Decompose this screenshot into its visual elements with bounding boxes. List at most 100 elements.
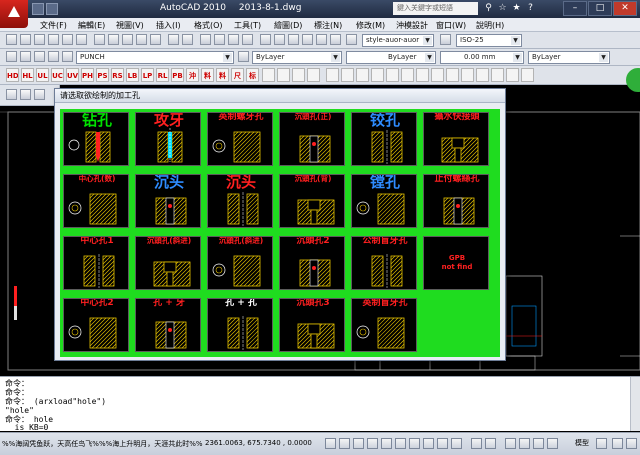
hole-option-r2c3[interactable]: 沉头 — [207, 174, 273, 228]
layer-select[interactable]: PUNCH ▼ — [76, 51, 234, 64]
model-tab[interactable]: 模型 — [575, 438, 589, 448]
open-icon[interactable] — [20, 34, 31, 45]
quick-properties-icon[interactable] — [451, 438, 462, 449]
redo-icon[interactable] — [182, 34, 193, 45]
menu-modify[interactable]: 修改(M) — [356, 20, 385, 31]
plot-style-select[interactable]: ByLayer ▼ — [528, 51, 610, 64]
clean-screen-icon[interactable] — [626, 438, 637, 449]
lightbulb-icon[interactable] — [20, 51, 31, 62]
hole-option-r3c6[interactable]: GPB not find — [423, 236, 489, 290]
punch-tool-uc[interactable]: UC — [51, 68, 64, 82]
otrack-icon[interactable] — [395, 438, 406, 449]
punch-tool-blank-2[interactable] — [277, 68, 290, 82]
punch-tool-blank-12[interactable] — [431, 68, 444, 82]
print-icon[interactable] — [48, 34, 59, 45]
new-icon[interactable] — [6, 34, 17, 45]
publish-icon[interactable] — [76, 34, 87, 45]
communication-icon[interactable]: ☆ — [497, 3, 508, 14]
hole-option-r3c1[interactable]: 中心孔1 — [63, 236, 129, 290]
menu-die-design[interactable]: 沖模設計 — [396, 20, 428, 31]
punch-tool-blank-6[interactable] — [341, 68, 354, 82]
search-icon[interactable]: ⚲ — [483, 3, 494, 14]
menu-insert[interactable]: 插入(I) — [156, 20, 181, 31]
punch-tool-liao-1[interactable]: 料 — [201, 68, 214, 82]
hole-option-r1c2[interactable]: 攻牙 — [135, 112, 201, 166]
punch-tool-uv[interactable]: UV — [66, 68, 79, 82]
copy-icon[interactable] — [108, 34, 119, 45]
help-icon[interactable]: ? — [525, 3, 536, 14]
zoom-previous-icon[interactable] — [242, 34, 253, 45]
punch-tool-blank-14[interactable] — [461, 68, 474, 82]
dim-style-select[interactable]: ISO-25 ▼ — [456, 34, 522, 47]
text-style-select[interactable]: style-auor-auor ▼ — [362, 34, 434, 47]
dyn-icon[interactable] — [423, 438, 434, 449]
punch-tool-blank-15[interactable] — [476, 68, 489, 82]
punch-tool-blank-9[interactable] — [386, 68, 399, 82]
lock-icon[interactable] — [48, 51, 59, 62]
pan-icon[interactable] — [200, 34, 211, 45]
layer-manager-icon[interactable] — [6, 51, 17, 62]
command-window[interactable]: 命令： 命令： 命令： (arxload"hole") "hole" 命令： h… — [0, 376, 640, 432]
punch-tool-rs[interactable]: RS — [111, 68, 124, 82]
hole-option-r1c5[interactable]: 铰孔 — [351, 112, 417, 166]
steering-wheel-icon[interactable] — [533, 438, 544, 449]
menu-dimension[interactable]: 標注(N) — [314, 20, 342, 31]
punch-tool-rl[interactable]: RL — [156, 68, 169, 82]
punch-tool-liao-2[interactable]: 料 — [216, 68, 229, 82]
sun-icon[interactable] — [34, 51, 45, 62]
dim-style-icon[interactable] — [440, 34, 451, 45]
preview-icon[interactable] — [62, 34, 73, 45]
hole-option-r2c4[interactable]: 沉頭孔(背) — [279, 174, 345, 228]
autocad-logo-icon[interactable] — [0, 0, 28, 28]
text-style-icon[interactable] — [346, 34, 357, 45]
undo-icon[interactable] — [168, 34, 179, 45]
quick-access-icon[interactable] — [32, 3, 44, 15]
lineweight-select[interactable]: 0.00 mm ▼ — [440, 51, 524, 64]
punch-tool-blank-4[interactable] — [307, 68, 320, 82]
grid-icon[interactable] — [339, 438, 350, 449]
layout-icon[interactable] — [485, 438, 496, 449]
hole-option-r4c4[interactable]: 沉頭孔3 — [279, 298, 345, 352]
cut-icon[interactable] — [94, 34, 105, 45]
punch-tool-blank-18[interactable] — [521, 68, 534, 82]
annotation-scale-icon[interactable] — [596, 438, 607, 449]
minimize-button[interactable]: – — [563, 1, 587, 16]
menu-draw[interactable]: 繪圖(D) — [274, 20, 302, 31]
punch-tool-chi[interactable]: 尺 — [231, 68, 244, 82]
calculator-icon[interactable] — [330, 34, 341, 45]
nav-wheel-icon[interactable] — [626, 68, 640, 92]
hole-option-r2c1[interactable]: 中心孔(数) — [63, 174, 129, 228]
punch-tool-hl[interactable]: HL — [21, 68, 34, 82]
punch-tool-blank-7[interactable] — [356, 68, 369, 82]
layer-previous-icon[interactable] — [238, 51, 249, 62]
punch-tool-ul[interactable]: UL — [36, 68, 49, 82]
close-button[interactable]: ✕ — [613, 1, 637, 16]
punch-tool-blank-13[interactable] — [446, 68, 459, 82]
hole-option-r1c4[interactable]: 沉頭孔(正) — [279, 112, 345, 166]
hole-option-r3c4[interactable]: 沉頭孔2 — [279, 236, 345, 290]
punch-tool-hd[interactable]: HD — [6, 68, 19, 82]
tool-palettes-icon[interactable] — [288, 34, 299, 45]
hole-option-r3c5[interactable]: 公制盲牙孔 — [351, 236, 417, 290]
menu-help[interactable]: 說明(H) — [476, 20, 504, 31]
punch-tool-blank-8[interactable] — [371, 68, 384, 82]
markup-icon[interactable] — [316, 34, 327, 45]
punch-tool-blank-3[interactable] — [292, 68, 305, 82]
menu-tools[interactable]: 工具(T) — [234, 20, 261, 31]
menu-edit[interactable]: 編輯(E) — [78, 20, 105, 31]
command-scrollbar[interactable] — [630, 377, 640, 431]
design-center-icon[interactable] — [274, 34, 285, 45]
punch-tool-blank-5[interactable] — [326, 68, 339, 82]
workspace-icon[interactable] — [612, 438, 623, 449]
hole-option-r3c3[interactable]: 沉頭孔(斜进) — [207, 236, 273, 290]
model-space-icon[interactable] — [471, 438, 482, 449]
menu-window[interactable]: 窗口(W) — [436, 20, 466, 31]
zoom-realtime-icon[interactable] — [214, 34, 225, 45]
hole-option-r4c1[interactable]: 中心孔2 — [63, 298, 129, 352]
ucs-icon[interactable] — [409, 438, 420, 449]
linetype-select[interactable]: ByLayer ▼ — [346, 51, 436, 64]
punch-tool-blank-11[interactable] — [416, 68, 429, 82]
hole-option-r2c6[interactable]: 止付螺絲孔 — [423, 174, 489, 228]
sheet-set-icon[interactable] — [302, 34, 313, 45]
punch-tool-ph[interactable]: PH — [81, 68, 94, 82]
